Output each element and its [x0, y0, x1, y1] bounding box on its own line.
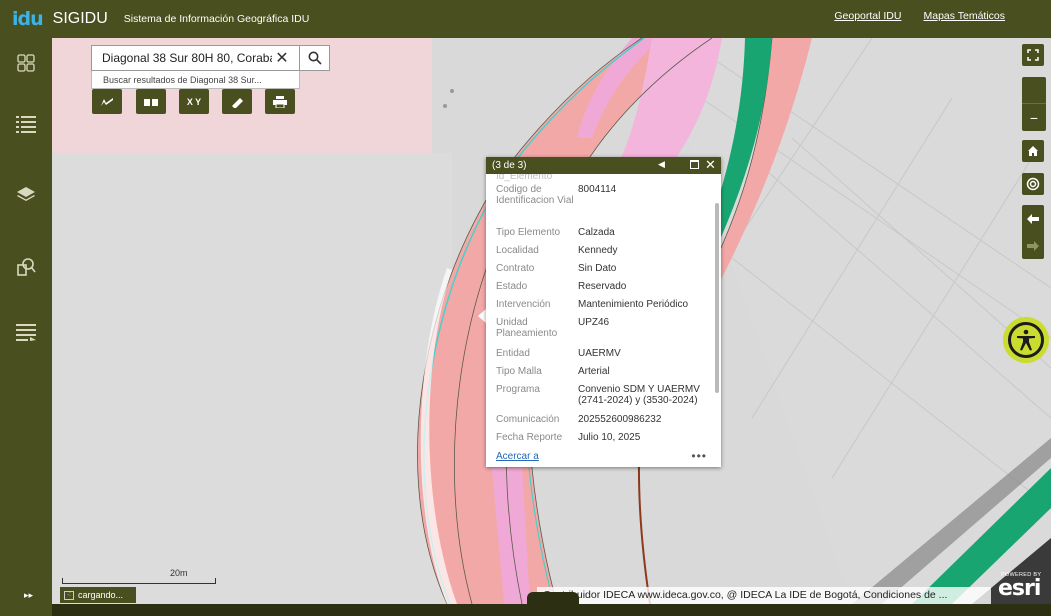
popup-footer: Acercar a •••: [486, 449, 721, 467]
popup-row: Comunicación 202552600986232: [496, 414, 662, 425]
map-attribution[interactable]: Contribuidor IDECA www.ideca.gov.co, @ I…: [537, 587, 991, 604]
previous-extent-button[interactable]: [1027, 205, 1039, 232]
popup-row: Unidad Planeamiento UPZ46: [496, 317, 610, 339]
previous-feature-icon[interactable]: ◀: [658, 159, 665, 170]
bottom-bar: [52, 604, 1051, 616]
feature-popup: (3 de 3) ◀ ✕ Id_Elemento Codigo de Ident…: [486, 157, 721, 467]
clear-search-icon[interactable]: ✕: [272, 48, 292, 68]
app-title: SIGIDU: [52, 10, 108, 27]
loading-indicator: ·: cargando...: [60, 587, 136, 603]
popup-row: Fecha Reporte Julio 10, 2025: [496, 432, 641, 443]
fullscreen-button[interactable]: [1022, 44, 1044, 66]
expand-sidebar-icon[interactable]: ▸▸: [24, 590, 33, 601]
locate-button[interactable]: [1022, 173, 1044, 195]
popup-partial-row: Id_Elemento: [496, 174, 553, 182]
accessibility-button[interactable]: [1003, 317, 1049, 363]
arrow-left-icon: [1027, 213, 1039, 224]
popup-row: Estado Reservado: [496, 281, 627, 292]
attribution-toggle[interactable]: [527, 592, 579, 604]
print-icon: [273, 95, 287, 108]
search-suggestion[interactable]: Buscar resultados de Diagonal 38 Sur...: [91, 71, 300, 89]
home-icon: [1028, 146, 1038, 156]
layers-icon[interactable]: [13, 182, 39, 208]
arrow-right-icon: [1027, 240, 1039, 251]
more-actions-icon[interactable]: •••: [691, 449, 707, 463]
accessibility-icon: [1008, 322, 1044, 358]
popup-row: Codigo de Identificacion Vial 8004114: [496, 184, 617, 206]
locate-icon: [1026, 177, 1040, 191]
list-icon[interactable]: [13, 111, 39, 137]
print-tool-button[interactable]: [265, 89, 295, 114]
popup-row: Programa Convenio SDM Y UAERMV (2741-2024…: [496, 384, 700, 406]
home-button[interactable]: [1022, 140, 1044, 162]
basemap-tool-button[interactable]: [136, 89, 166, 114]
idu-logo: idu: [12, 8, 44, 30]
search-box: ✕: [91, 45, 300, 71]
basemap-icon: [144, 98, 158, 106]
link-geoportal[interactable]: Geoportal IDU: [834, 10, 901, 22]
search-input[interactable]: [92, 51, 272, 65]
fullscreen-icon: [1027, 49, 1039, 61]
coordinates-label: X Y: [186, 96, 202, 107]
esri-logo: POWERED BY esri: [998, 570, 1046, 604]
scale-label: 20m: [170, 568, 188, 578]
app-header: idu SIGIDU Sistema de Información Geográ…: [0, 0, 1051, 38]
coordinates-tool-button[interactable]: X Y: [179, 89, 209, 114]
loading-text: cargando...: [78, 590, 124, 600]
zoom-out-button[interactable]: −: [1022, 104, 1046, 131]
draw-tool-button[interactable]: [92, 89, 122, 114]
close-icon[interactable]: ✕: [705, 157, 716, 173]
widgets-grid-icon[interactable]: [13, 50, 39, 76]
popup-row: Entidad UAERMV: [496, 348, 621, 359]
zoom-to-link[interactable]: Acercar a: [496, 451, 539, 462]
extent-nav: [1022, 205, 1044, 259]
app-subtitle: Sistema de Información Geográfica IDU: [123, 13, 310, 25]
measure-tool-button[interactable]: [222, 89, 252, 114]
popup-row: Tipo Malla Arterial: [496, 366, 610, 377]
popup-row: Localidad Kennedy: [496, 245, 618, 256]
search-button[interactable]: [300, 45, 330, 71]
popup-row: Contrato Sin Dato: [496, 263, 617, 274]
query-search-icon[interactable]: [13, 254, 39, 280]
next-extent-button[interactable]: [1027, 232, 1039, 259]
popup-row: Tipo Elemento Calzada: [496, 227, 615, 238]
popup-counter: (3 de 3): [492, 160, 527, 171]
maximize-icon[interactable]: [690, 160, 699, 169]
legend-list-icon[interactable]: [13, 319, 39, 345]
popup-row: Intervención Mantenimiento Periódico: [496, 299, 689, 310]
draw-icon: [101, 97, 113, 106]
esri-wordmark: esri: [998, 576, 1041, 601]
measure-icon: [232, 97, 243, 108]
link-mapas-tematicos[interactable]: Mapas Temáticos: [923, 10, 1005, 22]
popup-content: Id_Elemento Codigo de Identificacion Via…: [486, 174, 721, 449]
zoom-control: −: [1022, 77, 1046, 131]
scale-bar: [62, 578, 216, 584]
search-icon: [308, 51, 322, 65]
loading-icon: ·:: [64, 590, 74, 600]
header-links: Geoportal IDU Mapas Temáticos: [834, 10, 1005, 22]
left-sidebar: ▸▸: [0, 38, 52, 616]
zoom-in-button[interactable]: [1022, 77, 1046, 104]
popup-header: (3 de 3) ◀ ✕: [486, 157, 721, 174]
popup-scrollbar[interactable]: [715, 203, 719, 393]
